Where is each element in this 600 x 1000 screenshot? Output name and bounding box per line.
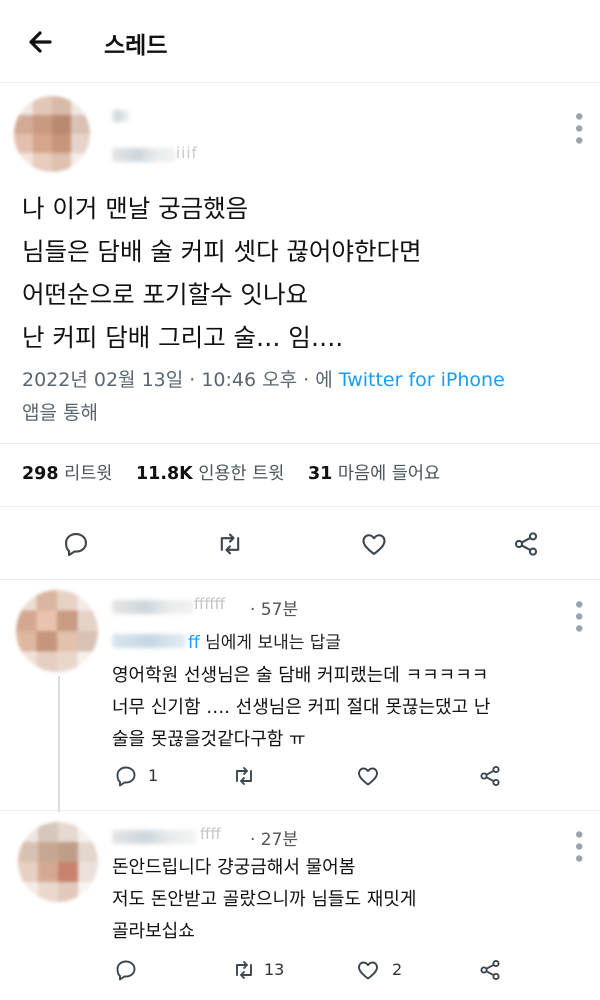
like-icon[interactable]	[356, 764, 380, 788]
reply-text: 영어학원 선생님은 술 담배 커피랬는데 ㅋㅋㅋㅋㅋ 너무 신기함 …. 선생님…	[112, 665, 491, 750]
back-arrow-icon[interactable]	[22, 24, 58, 60]
more-icon[interactable]: •••	[565, 110, 590, 146]
tweet-source-link[interactable]: Twitter for iPhone	[339, 369, 505, 391]
reply-to-label: 님에게 보내는 답글	[205, 633, 342, 653]
author-handle-fragment: iiif	[176, 144, 198, 162]
like-icon[interactable]	[360, 530, 388, 558]
reply-to-line: ff 님에게 보내는 답글	[188, 628, 341, 653]
reply-name-fragment: ffffff	[194, 595, 226, 613]
reply-name-fragment: ffff	[200, 825, 221, 843]
retweet-icon[interactable]	[232, 764, 256, 788]
share-icon[interactable]	[512, 530, 540, 558]
reply-avatar[interactable]	[16, 590, 98, 672]
retweet-stat[interactable]: 298 리트윗	[22, 464, 130, 484]
divider	[0, 506, 600, 507]
divider	[0, 579, 600, 580]
reply-time: · 27분	[250, 830, 299, 850]
thread-line	[58, 676, 60, 812]
reply-author-blurred[interactable]	[112, 600, 194, 614]
top-bar: 스레드	[0, 0, 600, 83]
like-count: 2	[392, 960, 403, 979]
reply-author-blurred[interactable]	[112, 830, 196, 844]
share-icon[interactable]	[478, 958, 502, 982]
reply-icon[interactable]	[62, 530, 90, 558]
page-title: 스레드	[104, 33, 168, 59]
author-handle-blurred[interactable]	[112, 148, 176, 162]
reply-to-handle-blurred[interactable]	[112, 634, 186, 648]
like-stat[interactable]: 31 마음에 들어요	[308, 464, 458, 484]
like-icon[interactable]	[356, 958, 380, 982]
reply-icon[interactable]	[114, 764, 138, 788]
divider	[0, 810, 600, 811]
tweet-via: 앱을 통해	[22, 402, 98, 424]
reply-text: 돈안드립니다 걍궁금해서 물어봄 저도 돈안받고 골랐으니까 님들도 재밋게 골…	[112, 857, 417, 942]
reply-avatar[interactable]	[18, 822, 98, 902]
tweet-date: 2022년 02월 13일 · 10:46 오후 · 에	[22, 369, 339, 391]
retweet-icon[interactable]	[232, 958, 256, 982]
author-name-blurred[interactable]	[112, 110, 130, 122]
quote-stat[interactable]: 11.8K 인용한 트윗	[136, 464, 302, 484]
reply-icon[interactable]	[114, 958, 138, 982]
more-icon[interactable]: •••	[565, 598, 590, 634]
reply-to-handle[interactable]: ff	[188, 633, 200, 653]
share-icon[interactable]	[478, 764, 502, 788]
reply-time: · 57분	[250, 600, 299, 620]
retweet-icon[interactable]	[216, 530, 244, 558]
tweet-meta: 2022년 02월 13일 · 10:46 오후 · 에 Twitter for…	[22, 364, 582, 430]
author-avatar[interactable]	[14, 96, 90, 172]
tweet-stats: 298 리트윗 11.8K 인용한 트윗 31 마음에 들어요	[22, 460, 458, 485]
retweet-count: 13	[264, 960, 285, 979]
reply-count: 1	[148, 766, 159, 785]
divider	[0, 443, 600, 444]
tweet-text: 나 이거 맨날 궁금했음 님들은 담배 술 커피 셋다 끊어야한다면 어떤순으로…	[22, 194, 422, 352]
